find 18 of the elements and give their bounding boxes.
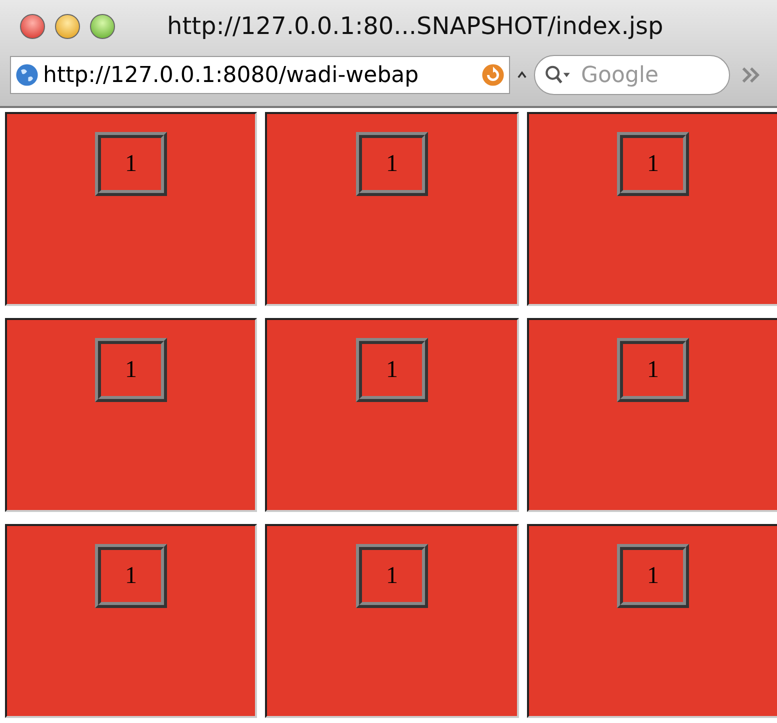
number-box: 1 bbox=[95, 132, 167, 196]
caret-icon[interactable] bbox=[516, 69, 528, 81]
number-box: 1 bbox=[95, 544, 167, 608]
address-field[interactable]: http://127.0.0.1:8080/wadi-webap bbox=[10, 56, 510, 94]
close-icon[interactable] bbox=[20, 14, 45, 38]
number-box: 1 bbox=[356, 544, 428, 608]
window-title: http://127.0.0.1:80...SNAPSHOT/index.jsp bbox=[167, 12, 664, 40]
number-box: 1 bbox=[617, 132, 689, 196]
reload-icon[interactable] bbox=[481, 63, 505, 87]
number-box: 1 bbox=[95, 338, 167, 402]
globe-icon bbox=[15, 63, 39, 87]
number-box: 1 bbox=[356, 338, 428, 402]
number-box: 1 bbox=[617, 338, 689, 402]
number-box: 1 bbox=[356, 132, 428, 196]
number-box: 1 bbox=[617, 544, 689, 608]
zoom-icon[interactable] bbox=[90, 14, 115, 38]
search-field[interactable]: Google bbox=[534, 55, 730, 95]
minimize-icon[interactable] bbox=[55, 14, 80, 38]
